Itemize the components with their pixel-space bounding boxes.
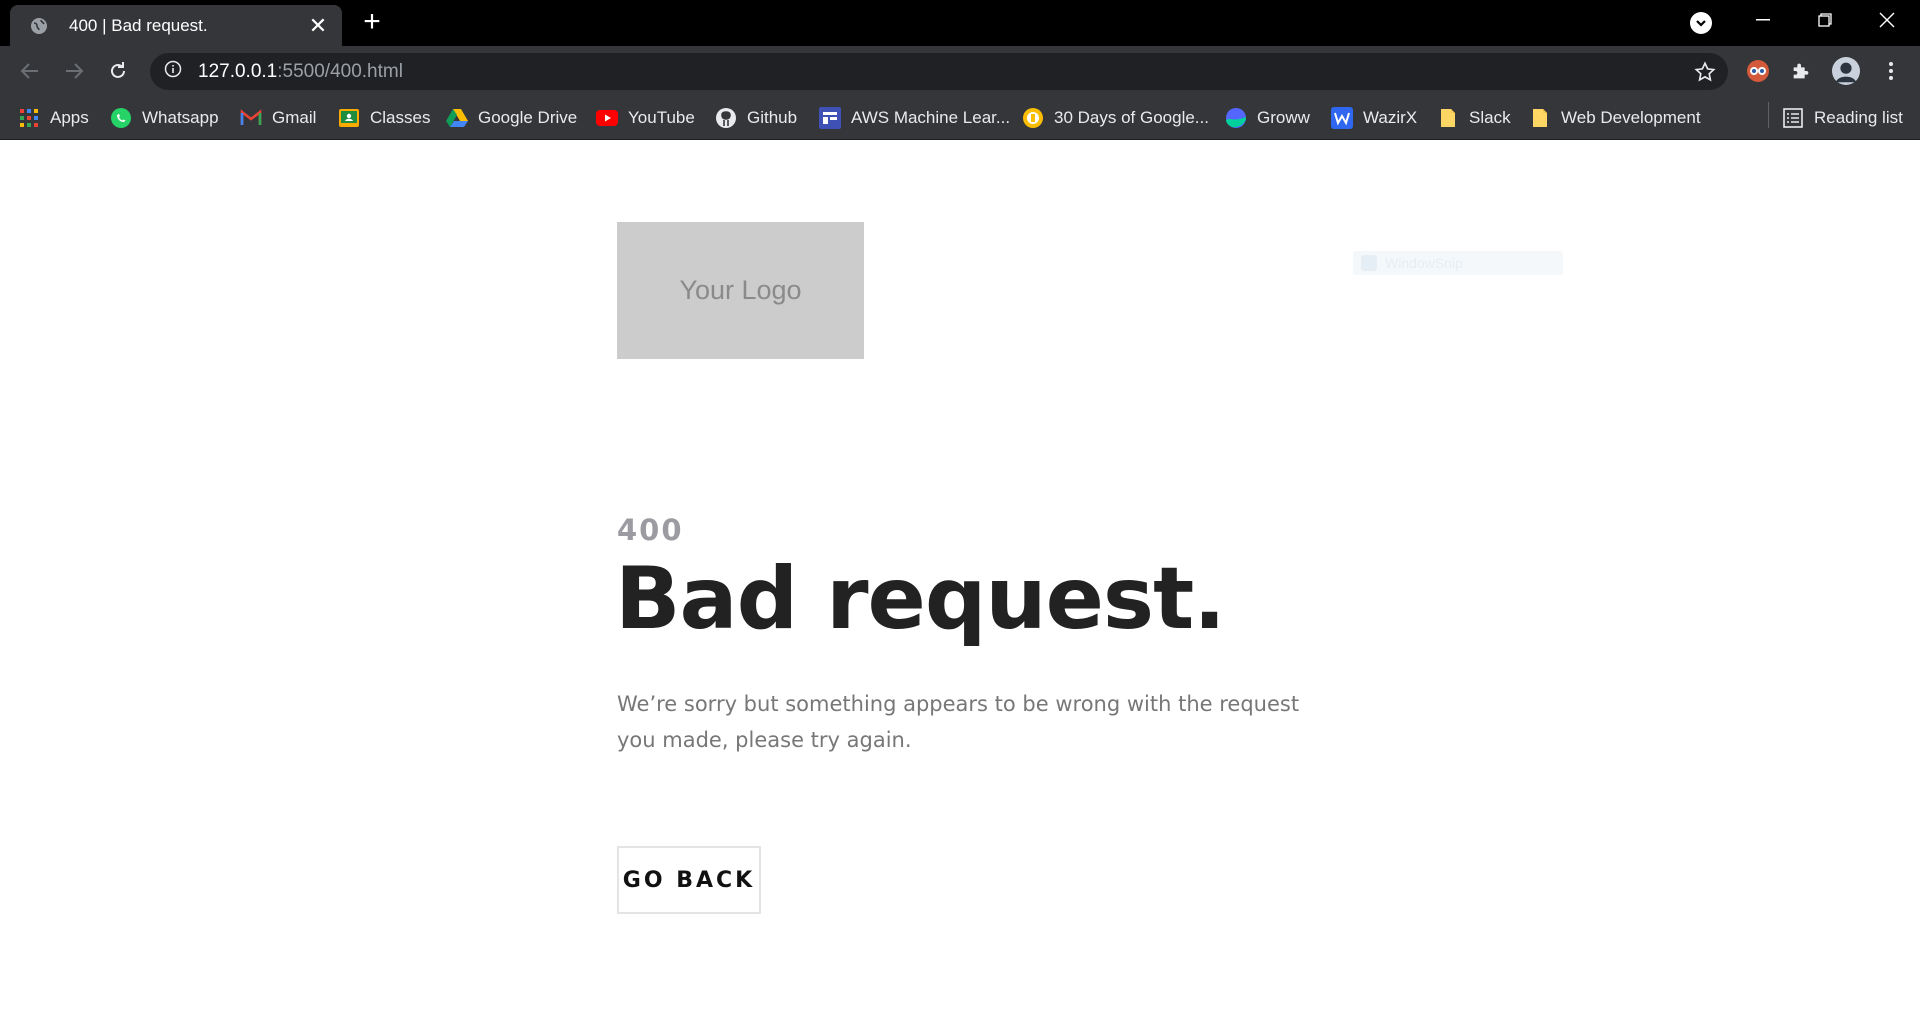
restore-icon[interactable]: [1794, 0, 1856, 40]
google-classroom-icon: [338, 107, 360, 129]
close-tab-icon[interactable]: ✕: [308, 13, 328, 39]
reading-list-button[interactable]: Reading list: [1782, 105, 1903, 131]
bookmark-label: Classes: [370, 108, 431, 127]
kebab-menu-icon[interactable]: [1877, 57, 1905, 85]
bookmark-label: Whatsapp: [142, 108, 219, 127]
reading-list-label: Reading list: [1814, 108, 1903, 127]
reload-icon[interactable]: [104, 57, 132, 85]
bookmark-whatsapp[interactable]: Whatsapp: [110, 105, 219, 131]
bookmark-star-icon[interactable]: [1694, 61, 1716, 83]
bookmark-youtube[interactable]: YouTube: [596, 105, 695, 131]
go-back-button[interactable]: GO BACK: [617, 846, 761, 914]
tab-search-icon[interactable]: [1690, 12, 1712, 34]
whatsapp-icon: [110, 107, 132, 129]
logo-placeholder: Your Logo: [617, 222, 864, 359]
aws-icon: [819, 107, 841, 129]
bookmark-30-days-google[interactable]: 30 Days of Google...: [1022, 105, 1209, 131]
url-path: :5500/400.html: [277, 60, 403, 82]
avatar[interactable]: [1832, 57, 1860, 85]
bookmark-google-drive[interactable]: Google Drive: [446, 105, 577, 131]
overlay-text: WindowSnip: [1385, 255, 1463, 271]
bookmark-slack[interactable]: Slack: [1437, 105, 1511, 131]
globe-icon: [29, 16, 49, 36]
bookmark-groww[interactable]: Groww: [1225, 105, 1310, 131]
new-tab-button[interactable]: +: [358, 7, 386, 37]
close-window-icon[interactable]: [1856, 0, 1918, 40]
error-description: We’re sorry but something appears to be …: [617, 692, 1300, 752]
site-info-icon[interactable]: [164, 60, 182, 83]
bookmark-label: 30 Days of Google...: [1054, 108, 1209, 127]
bookmark-label: YouTube: [628, 108, 695, 127]
back-arrow-icon[interactable]: [16, 57, 44, 85]
browser-toolbar: 127.0.0.1:5500/400.html: [0, 46, 1920, 96]
bookmark-wazirx[interactable]: WazirX: [1331, 105, 1417, 131]
bookmark-label: AWS Machine Lear...: [851, 108, 1011, 127]
forward-arrow-icon[interactable]: [60, 57, 88, 85]
bookmark-aws-machine-learning[interactable]: AWS Machine Lear...: [819, 105, 1010, 131]
bookmark-label: Slack: [1469, 108, 1511, 127]
url-text[interactable]: 127.0.0.1:5500/400.html: [198, 61, 403, 83]
error-code: 400: [617, 513, 684, 547]
extension-eyes-icon[interactable]: [1744, 57, 1772, 85]
google-cloud-icon: [1022, 107, 1044, 129]
google-drive-icon: [446, 107, 468, 129]
puzzle-icon[interactable]: [1787, 57, 1815, 85]
minimize-icon[interactable]: [1732, 0, 1794, 40]
bookmark-web-development[interactable]: Web Development: [1529, 105, 1701, 131]
bookmark-gmail[interactable]: Gmail: [240, 105, 316, 131]
app-icon: [1361, 255, 1377, 271]
bookmark-label: Apps: [50, 108, 89, 127]
bookmark-label: Google Drive: [478, 108, 578, 127]
logo-text: Your Logo: [679, 275, 802, 305]
folder-icon: [1529, 107, 1551, 129]
bookmark-github[interactable]: Github: [715, 105, 797, 131]
bookmark-label: Github: [747, 108, 798, 127]
bookmark-apps[interactable]: Apps: [18, 105, 89, 131]
folder-icon: [1437, 107, 1459, 129]
reading-list-icon: [1782, 107, 1804, 129]
bookmark-classes[interactable]: Classes: [338, 105, 430, 131]
apps-grid-icon: [18, 107, 40, 129]
bookmarks-bar: Apps Whatsapp Gmail Classes Google Drive…: [0, 96, 1920, 140]
tab-strip: 400 | Bad request. ✕ +: [0, 0, 1920, 46]
address-bar[interactable]: 127.0.0.1:5500/400.html: [150, 53, 1728, 90]
github-icon: [715, 107, 737, 129]
wazirx-icon: [1331, 107, 1353, 129]
groww-icon: [1225, 107, 1247, 129]
page-title: Bad request.: [615, 549, 1226, 649]
tab-title: 400 | Bad request.: [69, 15, 208, 35]
bookmark-label: Gmail: [272, 108, 317, 127]
page-content: Your Logo WindowSnip 400 Bad request. We…: [0, 141, 1920, 1030]
gmail-icon: [240, 107, 262, 129]
faint-overlay-label: WindowSnip: [1353, 251, 1563, 275]
bookmark-label: Web Development: [1561, 108, 1701, 127]
browser-tab[interactable]: 400 | Bad request. ✕: [10, 5, 342, 46]
bookmark-label: Groww: [1257, 108, 1310, 127]
bookmark-label: WazirX: [1363, 108, 1418, 127]
youtube-icon: [596, 107, 618, 129]
bookmarks-divider: [1768, 102, 1769, 128]
url-host: 127.0.0.1: [198, 60, 278, 82]
